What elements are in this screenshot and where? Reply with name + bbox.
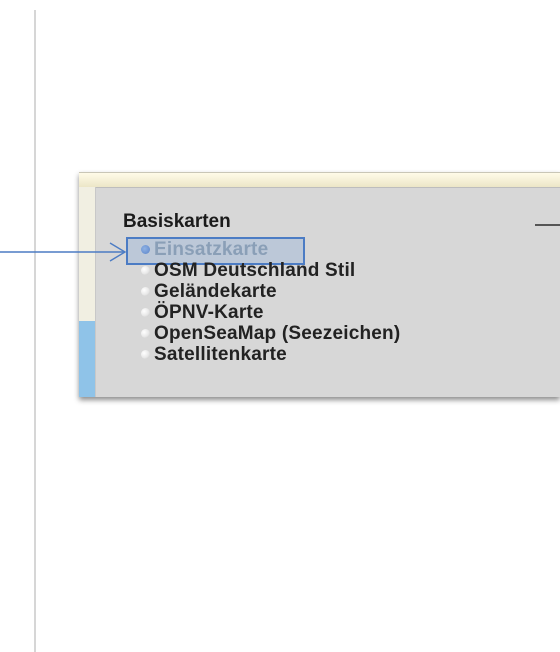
radio-icon[interactable] (141, 266, 150, 275)
layer-option-osm-deutschland[interactable]: OSM Deutschland Stil (141, 260, 400, 281)
page-margin-rule (34, 10, 36, 652)
minimize-icon[interactable] (535, 224, 560, 226)
layer-option-label: OSM Deutschland Stil (154, 259, 356, 281)
panel-left-blue-strip (79, 321, 95, 397)
radio-icon[interactable] (141, 308, 150, 317)
panel-top-strip (79, 173, 560, 188)
layer-option-label: Satellitenkarte (154, 343, 287, 365)
layer-option-label: ÖPNV-Karte (154, 301, 264, 323)
layer-option-gelaendekarte[interactable]: Geländekarte (141, 281, 400, 302)
radio-icon[interactable] (141, 329, 150, 338)
layer-option-oepnv[interactable]: ÖPNV-Karte (141, 302, 400, 323)
radio-icon[interactable] (141, 350, 150, 359)
layer-option-label: Geländekarte (154, 280, 277, 302)
layer-option-label: OpenSeaMap (Seezeichen) (154, 322, 401, 344)
layer-option-label: Einsatzkarte (154, 238, 269, 260)
base-layers-heading: Basiskarten (123, 211, 231, 232)
layer-switcher-panel: Basiskarten Einsatzkarte OSM Deutschland… (79, 172, 560, 397)
radio-selected-icon[interactable] (141, 245, 150, 254)
radio-icon[interactable] (141, 287, 150, 296)
base-layer-list: Einsatzkarte OSM Deutschland Stil Geländ… (141, 239, 400, 365)
layer-option-openseamap[interactable]: OpenSeaMap (Seezeichen) (141, 323, 400, 344)
layer-option-satellitenkarte[interactable]: Satellitenkarte (141, 344, 400, 365)
layer-option-einsatzkarte[interactable]: Einsatzkarte (141, 239, 400, 260)
page: Basiskarten Einsatzkarte OSM Deutschland… (0, 0, 560, 652)
